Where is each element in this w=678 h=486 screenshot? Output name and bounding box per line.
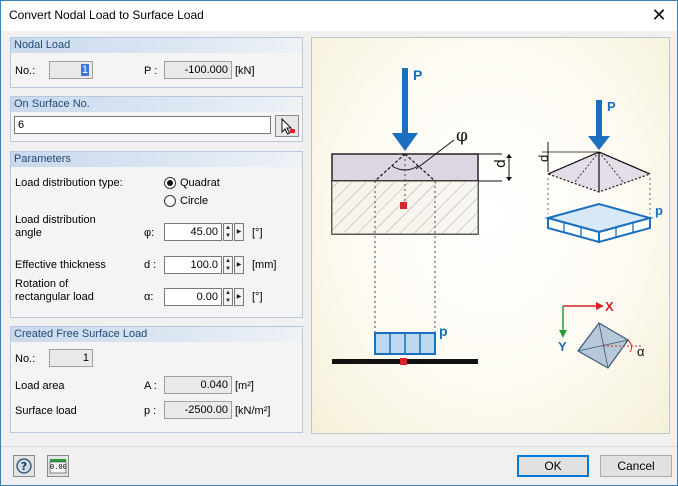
spin-down-icon[interactable]: ▼ (224, 232, 232, 240)
top-layer (331, 153, 479, 182)
area-field: 0.040 (164, 376, 232, 394)
spin-down-icon[interactable]: ▼ (224, 297, 232, 305)
rotation-input[interactable]: 0.00 (164, 288, 222, 306)
rotation-menu-button[interactable]: ▶ (234, 288, 244, 306)
help-icon: ? (16, 458, 32, 474)
area-label: Load area (15, 380, 65, 392)
load-arrow-left (392, 133, 418, 151)
created-load-group: Created Free Surface Load No.: 1 Load ar… (10, 326, 303, 433)
area-symbol: A : (144, 380, 157, 392)
angle-symbol: φ: (144, 227, 155, 239)
d-label-left: d (493, 159, 509, 168)
alpha-label: α (637, 344, 645, 359)
help-button[interactable]: ? (13, 455, 35, 477)
on-surface-header: On Surface No. (11, 97, 302, 112)
p-field: -100.000 (164, 61, 232, 79)
circle-radio[interactable] (164, 195, 176, 207)
button-bar: ? 0.00 OK Cancel (1, 446, 677, 485)
angle-menu-button[interactable]: ▶ (234, 223, 244, 241)
area-unit: [m²] (235, 380, 254, 392)
nodal-no-value: 1 (80, 64, 89, 76)
illustration-panel: φ P d p P d p X Y α (311, 37, 670, 434)
p-label-3d: p (655, 203, 663, 218)
created-no-label: No.: (15, 353, 36, 365)
thickness-menu-button[interactable]: ▶ (234, 256, 244, 274)
rotation-symbol: α: (144, 291, 154, 303)
triangle-right-icon: ▶ (236, 262, 242, 268)
thickness-unit: [mm] (252, 259, 277, 271)
spin-down-icon[interactable]: ▼ (224, 265, 232, 273)
close-icon[interactable]: ✕ (647, 4, 671, 26)
rotation-label-line2: rectangular load (15, 291, 94, 303)
decimal-places-text: 0.00 (50, 463, 67, 471)
node-marker (400, 202, 407, 209)
pick-surface-icon (281, 117, 295, 135)
node-marker-bottom (400, 358, 407, 365)
nodal-load-header: Nodal Load (11, 38, 302, 53)
nodal-no-label: No.: (15, 65, 36, 77)
surface-load-symbol: p : (144, 405, 157, 417)
window-title: Convert Nodal Load to Surface Load (9, 8, 204, 22)
angle-input[interactable]: 45.00 (164, 223, 222, 241)
svg-text:?: ? (21, 460, 27, 473)
rotation-spinner[interactable]: ▲ ▼ (223, 288, 233, 306)
axis-y-label: Y (558, 339, 567, 354)
p-label-right: P (607, 99, 616, 114)
thickness-label: Effective thickness (15, 259, 106, 271)
surface-load-field: -2500.00 (164, 401, 232, 419)
spin-up-icon[interactable]: ▲ (224, 224, 232, 232)
circle-label[interactable]: Circle (180, 195, 208, 207)
surface-no-input[interactable]: 6 (14, 116, 271, 134)
angle-label-line1: Load distribution (15, 214, 96, 226)
phi-label: φ (456, 126, 468, 146)
p-unit: [kN] (235, 65, 255, 77)
distribution-type-label: Load distribution type: (15, 177, 123, 189)
nodal-load-group: Nodal Load No.: 1 P : -100.000 [kN] (10, 37, 303, 88)
rotation-unit: [°] (252, 291, 263, 303)
convert-load-dialog: Convert Nodal Load to Surface Load ✕ Nod… (0, 0, 678, 486)
axis-x-label: X (605, 299, 614, 314)
surface-load-unit: [kN/m²] (235, 405, 271, 417)
p-label-bottom: p (439, 323, 448, 339)
quadrat-radio[interactable] (164, 177, 176, 189)
surface-load-label: Surface load (15, 405, 77, 417)
d-label-right: d (536, 155, 551, 162)
created-load-header: Created Free Surface Load (11, 327, 302, 342)
pick-surface-button[interactable] (275, 115, 299, 137)
nodal-no-field[interactable]: 1 (49, 61, 93, 79)
parameters-group: Parameters Load distribution type: Quadr… (10, 151, 303, 318)
ok-button[interactable]: OK (517, 455, 589, 477)
angle-unit: [°] (252, 227, 263, 239)
angle-spinner[interactable]: ▲ ▼ (223, 223, 233, 241)
load-arrow-right (588, 136, 610, 150)
parameters-header: Parameters (11, 152, 302, 167)
spin-up-icon[interactable]: ▲ (224, 257, 232, 265)
angle-label-line2: angle (15, 227, 42, 239)
thickness-input[interactable]: 100.0 (164, 256, 222, 274)
rotation-label-line1: Rotation of (15, 278, 69, 290)
triangle-right-icon: ▶ (236, 294, 242, 300)
on-surface-group: On Surface No. 6 (10, 96, 303, 142)
decimal-places-button[interactable]: 0.00 (47, 455, 69, 477)
triangle-right-icon: ▶ (236, 229, 242, 235)
cancel-button[interactable]: Cancel (600, 455, 672, 477)
thickness-symbol: d : (144, 259, 157, 271)
quadrat-label[interactable]: Quadrat (180, 177, 220, 189)
load-distribution-diagram: φ P d p P d p X Y α (331, 67, 663, 369)
p-label: P : (144, 65, 158, 77)
created-no-field: 1 (49, 349, 93, 367)
thickness-spinner[interactable]: ▲ ▼ (223, 256, 233, 274)
title-bar: Convert Nodal Load to Surface Load ✕ (1, 1, 677, 31)
spin-up-icon[interactable]: ▲ (224, 289, 232, 297)
p-label-left: P (413, 67, 422, 83)
